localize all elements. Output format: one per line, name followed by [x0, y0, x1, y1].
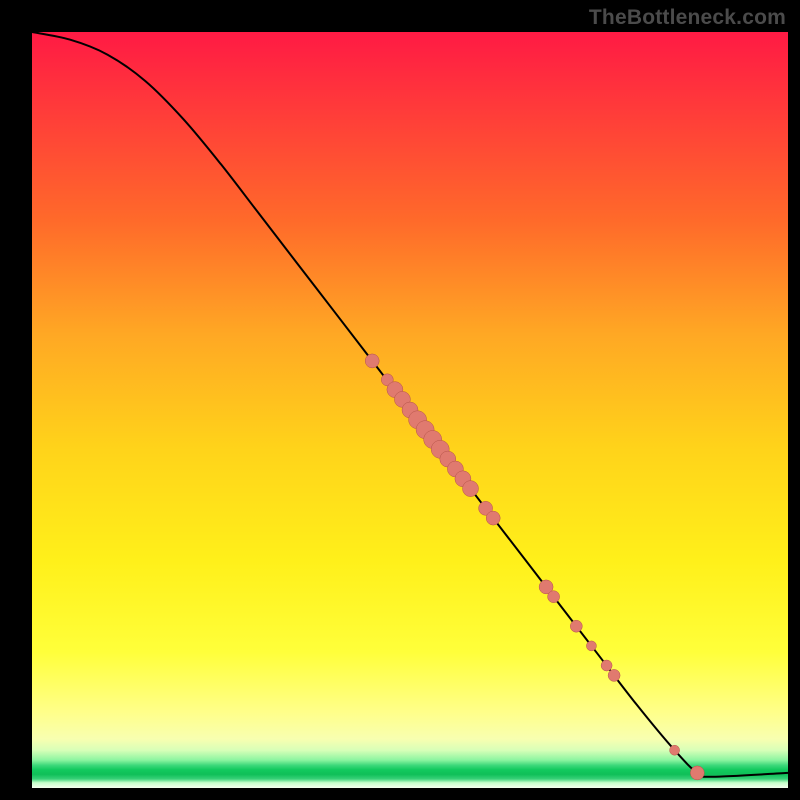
data-point	[486, 511, 500, 525]
data-point	[601, 660, 612, 671]
data-point	[690, 766, 704, 780]
data-point	[586, 641, 596, 651]
data-point	[548, 591, 560, 603]
curve-layer	[32, 32, 788, 788]
plot-area	[32, 32, 788, 788]
scatter-points	[365, 354, 704, 780]
chart-stage: TheBottleneck.com	[0, 0, 800, 800]
data-point	[570, 620, 582, 632]
watermark-text: TheBottleneck.com	[589, 6, 786, 30]
data-point	[463, 481, 479, 497]
data-point	[670, 745, 680, 755]
data-point	[365, 354, 379, 368]
data-point	[608, 669, 620, 681]
